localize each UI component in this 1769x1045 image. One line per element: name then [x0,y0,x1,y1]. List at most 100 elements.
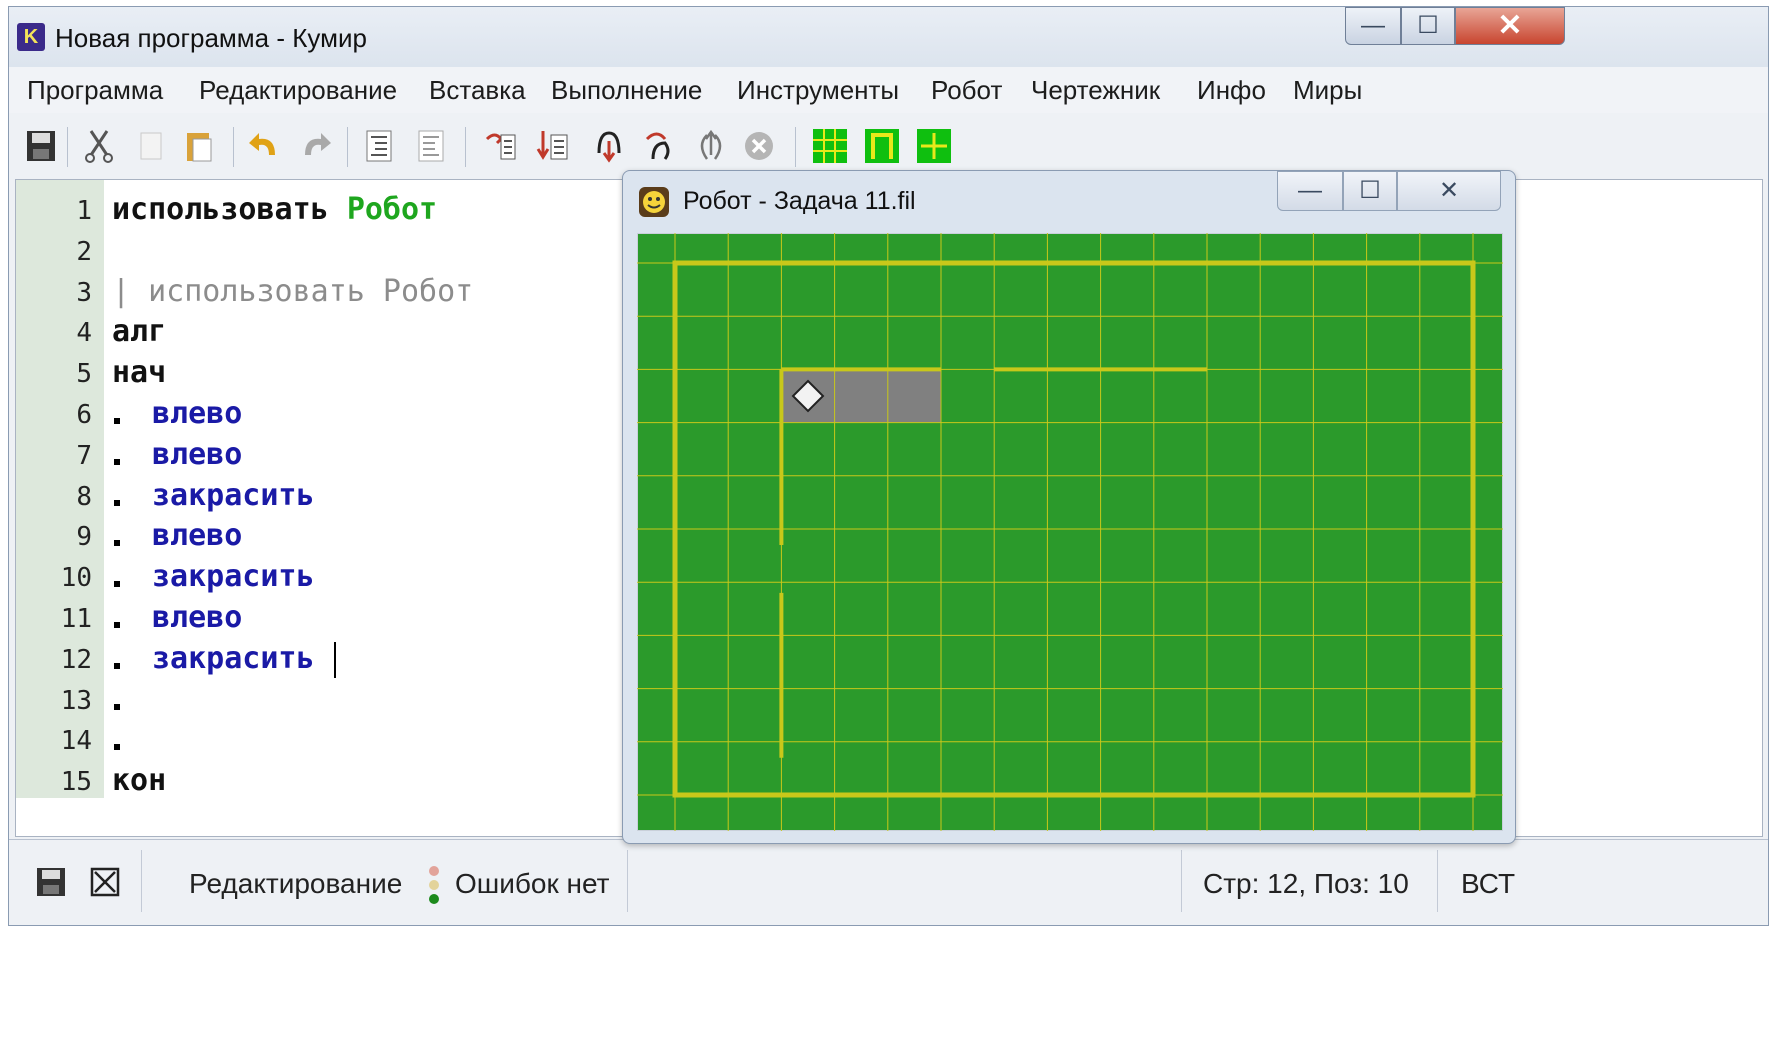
code-line[interactable]: кон [112,763,166,798]
robot-window-title: Робот - Задача 11.fil [683,187,916,215]
toolbar-separator [347,127,348,167]
code-token: закрасить [152,477,315,513]
indent-marker [114,581,120,588]
code-line[interactable]: нач [112,355,166,390]
code-line[interactable]: влево [152,518,242,553]
save-icon[interactable] [21,125,61,167]
line-number: 6 [76,400,92,430]
robot-face-icon [639,187,669,217]
paste-icon[interactable] [179,125,219,167]
menu-item-5[interactable]: Робот [931,75,1002,106]
menu-item-6[interactable]: Чертежник [1031,75,1160,106]
code-token: Робот [346,192,438,227]
drawer-icon[interactable] [913,125,953,167]
maximize-button[interactable]: ☐ [1401,7,1455,45]
code-line[interactable]: влево [152,396,242,431]
toolbar-separator [67,127,68,167]
line-number: 7 [76,440,92,471]
menu-item-1[interactable]: Редактирование [199,75,397,106]
code-line[interactable]: влево [152,600,242,635]
robot-field-icon[interactable] [861,125,901,167]
code-token: закрасить [152,640,315,676]
robot-window[interactable]: Робот - Задача 11.fil — ☐ ✕ [622,170,1516,844]
menu-bar: Программа Редактирование Вставка Выполнение… [9,67,1768,113]
stop-icon[interactable] [739,125,779,167]
indent-marker [114,458,120,465]
unindent-icon[interactable] [411,125,451,167]
code-line[interactable]: влево [152,437,242,472]
menu-item-2[interactable]: Вставка [429,75,526,106]
status-separator [1437,850,1438,912]
line-number: 2 [76,236,92,267]
robot-field[interactable] [637,233,1503,831]
line-number: 13 [60,685,92,716]
line-number: 10 [60,563,92,594]
line-number: 9 [76,522,92,553]
painted-cell [887,369,941,423]
redo-icon[interactable] [295,125,335,167]
copy-icon[interactable] [131,125,171,167]
robot-close-button[interactable]: ✕ [1397,171,1501,211]
title-bar: K Новая программа - Кумир — ☐ ✕ [9,7,1768,67]
indent-icon[interactable] [359,125,399,167]
undo-icon[interactable] [245,125,285,167]
toolbar-separator [465,127,466,167]
insert-mode: ВСТ [1461,868,1516,899]
code-line[interactable]: использовать Робот [112,192,437,227]
line-number: 12 [60,644,92,675]
code-token: влево [152,396,243,431]
minimize-icon: — [1361,12,1385,39]
indent-marker [114,744,120,751]
line-number-gutter: 1 2 3 4 5 6 7 8 9 10 11 12 13 14 15 [16,180,104,798]
step-into-icon[interactable] [589,125,629,167]
code-token: алг [112,314,167,350]
code-token: влево [152,518,243,554]
code-token: кон [112,763,167,799]
indent-marker [114,499,120,506]
indent-marker [114,703,120,710]
code-line[interactable]: закрасить [152,641,315,676]
menu-item-8[interactable]: Миры [1293,75,1362,106]
code-line[interactable]: | использовать Робот [112,274,473,309]
run-icon[interactable] [481,125,521,167]
line-number: 15 [60,767,92,798]
line-number: 11 [60,604,92,634]
traffic-light-icon [429,866,441,910]
maximize-icon: ☐ [1417,12,1439,39]
cursor-position: Стр: 12, Поз: 10 [1203,868,1409,899]
indent-marker [114,622,120,628]
text-cursor [334,642,336,678]
status-separator [627,850,628,912]
robot-minimize-button[interactable]: — [1277,171,1343,211]
save-icon[interactable] [31,860,71,902]
menu-item-0[interactable]: Программа [27,75,163,106]
code-token: нач [112,355,167,391]
toolbar-separator [795,127,796,167]
code-line[interactable]: закрасить [152,478,315,513]
close-editor-icon[interactable] [85,860,125,902]
code-token: | использовать Робот [112,273,474,309]
robot-grid-icon[interactable] [809,125,849,167]
robot-maximize-button[interactable]: ☐ [1343,171,1397,211]
maximize-icon: ☐ [1359,177,1381,204]
cut-icon[interactable] [79,125,119,167]
mode-status: Редактирование [189,868,403,899]
code-token: использовать [112,192,347,227]
close-button[interactable]: ✕ [1455,7,1565,45]
step-back-icon[interactable] [691,125,731,167]
menu-item-3[interactable]: Выполнение [551,75,702,106]
code-line[interactable]: закрасить [152,559,315,594]
status-separator [141,850,142,912]
menu-item-7[interactable]: Инфо [1197,75,1266,106]
close-icon: ✕ [1497,9,1523,42]
minimize-button[interactable]: — [1345,7,1401,45]
step-out-icon[interactable] [639,125,679,167]
painted-cell [834,369,888,423]
code-line[interactable]: алг [112,314,166,349]
menu-item-4[interactable]: Инструменты [737,75,899,106]
line-number: 3 [76,277,92,308]
status-bar: Редактирование Ошибок нет Стр: 12, Поз: … [9,839,1768,924]
toolbar-separator [233,127,234,167]
errors-status: Ошибок нет [455,868,610,899]
step-icon[interactable] [533,125,573,167]
